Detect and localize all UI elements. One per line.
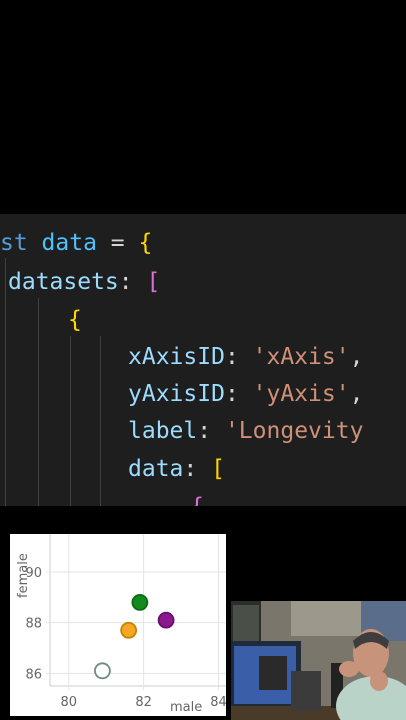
code-token: yAxisID (128, 381, 225, 407)
code-token: 'yAxis' (252, 381, 350, 407)
code-line: { (68, 305, 82, 335)
code-token: 'xAxis' (252, 344, 350, 370)
indent-guide (5, 258, 6, 506)
x-tick-label: 82 (135, 695, 152, 710)
code-token: , (349, 344, 364, 370)
code-token: data (128, 456, 184, 482)
chart-svg: 80 82 84868890 male female (16, 534, 226, 715)
code-token: { (138, 230, 153, 256)
webcam-image (231, 601, 406, 720)
code-editor[interactable]: st data = { datasets: [ { xAxisID: 'xAxis',… (0, 214, 406, 506)
code-token: { (68, 307, 82, 333)
code-token: label (128, 418, 198, 444)
scatter-point (157, 611, 175, 629)
indent-guide (38, 298, 39, 506)
indent-guide (70, 336, 71, 506)
presenter-webcam (231, 601, 406, 720)
y-tick-label: 88 (25, 617, 42, 632)
y-axis-label: female (16, 553, 31, 598)
x-tick-label: 80 (60, 695, 77, 710)
code-line: { (190, 492, 204, 506)
scatter-chart: 80 82 84 86 88 90 male female (10, 534, 226, 716)
code-line: data: [ (128, 454, 225, 484)
code-token: , (349, 381, 364, 407)
scatter-point (131, 594, 149, 611)
code-token: st (0, 230, 42, 256)
code-line: datasets: [ (8, 267, 160, 297)
code-token: : (197, 418, 225, 444)
code-token: datasets (8, 269, 119, 295)
code-line: xAxisID: 'xAxis', (128, 342, 363, 372)
code-token: = (96, 230, 139, 256)
code-line: yAxisID: 'yAxis', (128, 379, 363, 409)
code-token: [ (211, 456, 225, 482)
y-tick-label: 86 (25, 667, 42, 682)
x-tick-label: 84 (210, 695, 226, 710)
scatter-point (120, 621, 138, 639)
indent-guide (100, 336, 101, 506)
code-token: data (41, 230, 97, 256)
code-token: xAxisID (128, 344, 225, 370)
code-token: : (183, 456, 212, 482)
code-token: [ (146, 269, 161, 295)
code-line: label: 'Longevity (128, 416, 363, 446)
code-token: : (118, 269, 147, 295)
code-token: 'Longevity (224, 418, 364, 444)
code-token: : (224, 381, 253, 407)
x-axis-label: male (170, 700, 202, 715)
code-line: st data = { (0, 228, 152, 258)
code-token: { (190, 494, 204, 506)
scatter-point (94, 662, 111, 680)
code-token: : (224, 344, 253, 370)
